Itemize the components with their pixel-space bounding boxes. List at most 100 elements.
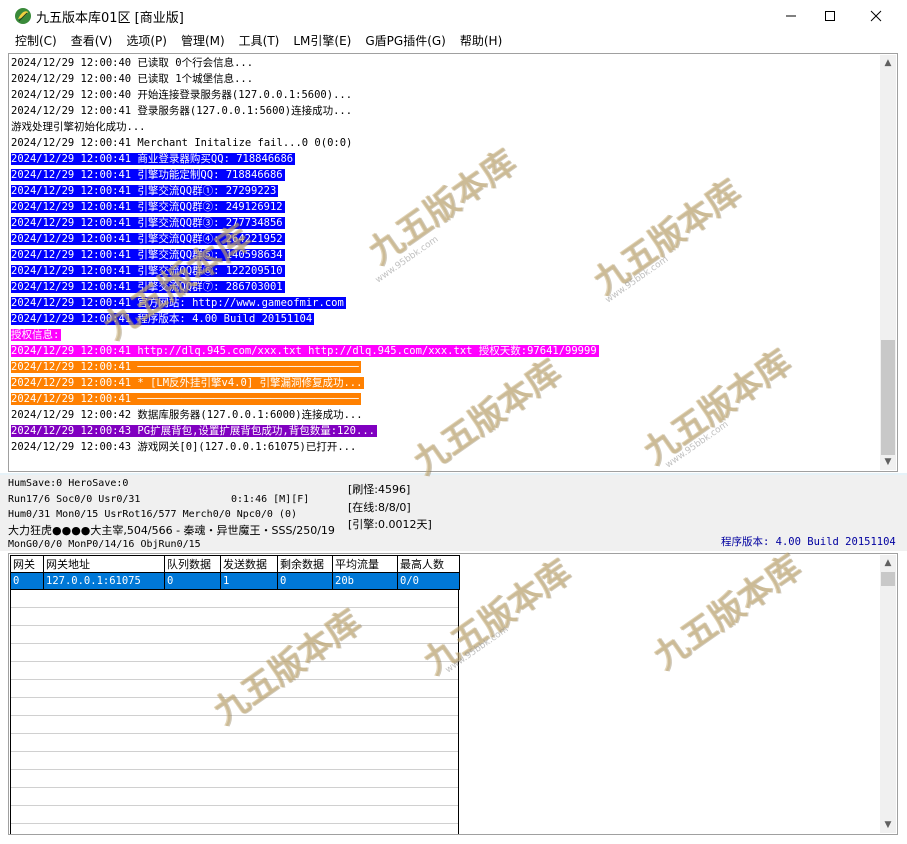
log-line: 2024/12/29 12:00:40 开始连接登录服务器(127.0.0.1:… [10, 87, 880, 103]
log-line-text: 2024/12/29 12:00:41 http://dlq.945.com/x… [11, 345, 599, 357]
col-gateway-address[interactable]: 网关地址 [43, 555, 165, 573]
grid-scroll-up-icon[interactable]: ▲ [880, 555, 896, 571]
log-line: 2024/12/29 12:00:41 引擎交流QQ群⑥: 122209510 [10, 263, 880, 279]
cell-gateway[interactable]: 0 [10, 572, 44, 590]
log-line: 2024/12/29 12:00:41 引擎交流QQ群①: 27299223 [10, 183, 880, 199]
log-line: 授权信息: [10, 327, 880, 343]
title-bar: 九五版本库01区 [商业版] [0, 0, 907, 31]
log-line: 2024/12/29 12:00:41 引擎交流QQ群⑤: 140598634 [10, 247, 880, 263]
col-remaining-data[interactable]: 剩余数据 [277, 555, 333, 573]
menu-view[interactable]: 查看(V) [64, 32, 120, 51]
log-line: 2024/12/29 12:00:40 已读取 0个行会信息... [10, 55, 880, 71]
log-line: 2024/12/29 12:00:41 Merchant Initalize f… [10, 135, 880, 151]
minimize-icon [786, 15, 796, 16]
log-line: 2024/12/29 12:00:43 游戏网关[0](127.0.0.1:61… [10, 439, 880, 455]
save-status: HumSave:0 HeroSave:0 [8, 478, 129, 489]
menu-lm-engine[interactable]: LM引擎(E) [286, 32, 358, 51]
cell-avg-traffic[interactable]: 20b [332, 572, 398, 590]
maximize-button[interactable] [807, 0, 853, 31]
log-line: 2024/12/29 12:00:41 程序版本: 4.00 Build 201… [10, 311, 880, 327]
log-line-text: 游戏处理引擎初始化成功... [11, 121, 146, 133]
log-line: 2024/12/29 12:00:41 官方网站: http://www.gam… [10, 295, 880, 311]
menu-control[interactable]: 控制(C) [8, 32, 64, 51]
status-panel: HumSave:0 HeroSave:0 Run17/6 Soc0/0 Usr0… [0, 473, 907, 551]
col-avg-traffic[interactable]: 平均流量 [332, 555, 398, 573]
log-line-text: 2024/12/29 12:00:41 引擎交流QQ群②: 249126912 [11, 201, 285, 213]
log-line-text: 2024/12/29 12:00:41 引擎交流QQ群④: 264221952 [11, 233, 285, 245]
log-line-text: 2024/12/29 12:00:41 Merchant Initalize f… [11, 137, 353, 149]
table-row[interactable]: 0 127.0.0.1:61075 0 1 0 20b 0/0 [10, 572, 460, 590]
close-icon [870, 10, 882, 21]
menu-g-shield-plugin[interactable]: G盾PG插件(G) [358, 32, 453, 51]
version-status: 程序版本: 4.00 Build 20151104 [721, 536, 896, 548]
log-line: 2024/12/29 12:00:41 引擎交流QQ群④: 264221952 [10, 231, 880, 247]
run-status: Run17/6 Soc0/0 Usr0/31 [8, 494, 141, 505]
scroll-down-icon[interactable]: ▼ [880, 454, 896, 470]
scroll-thumb[interactable] [881, 340, 895, 455]
log-line: 游戏处理引擎初始化成功... [10, 119, 880, 135]
col-sent-data[interactable]: 发送数据 [220, 555, 278, 573]
menu-help[interactable]: 帮助(H) [453, 32, 509, 51]
log-panel[interactable]: 2024/12/29 12:00:40 已读取 0个行会信息... 2024/12… [8, 53, 898, 472]
log-line: 2024/12/29 12:00:40 已读取 1个城堡信息... [10, 71, 880, 87]
col-max-users[interactable]: 最高人数 [397, 555, 460, 573]
log-line: 2024/12/29 12:00:41 * [LM反外挂引擎v4.0] 引擎漏洞… [10, 375, 880, 391]
scroll-up-icon[interactable]: ▲ [880, 55, 896, 71]
log-line-text: 2024/12/29 12:00:41 引擎交流QQ群①: 27299223 [11, 185, 279, 197]
online-status: [在线:8/8/0] [348, 501, 411, 514]
log-line-text: 2024/12/29 12:00:41 商业登录器购买QQ: 718846686 [11, 153, 296, 165]
log-line: 2024/12/29 12:00:43 PG扩展背包,设置扩展背包成功,背包数量… [10, 423, 880, 439]
log-line-text: 2024/12/29 12:00:42 数据库服务器(127.0.0.1:600… [11, 409, 363, 421]
log-line-text: 2024/12/29 12:00:41 程序版本: 4.00 Build 201… [11, 313, 315, 325]
gateway-grid[interactable]: 网关 网关地址 队列数据 发送数据 剩余数据 平均流量 最高人数 0 127.0… [8, 553, 898, 835]
mongo-status: MonG0/0/0 MonP0/14/16 ObjRun0/15 [8, 539, 201, 550]
col-gateway[interactable]: 网关 [10, 555, 44, 573]
cell-sent-data[interactable]: 1 [220, 572, 278, 590]
uptime-status: 0:1:46 [M][F] [231, 494, 310, 505]
log-line: 2024/12/29 12:00:41 http://dlq.945.com/x… [10, 343, 880, 359]
log-line-text: 2024/12/29 12:00:41 引擎功能定制QQ: 718846686 [11, 169, 285, 181]
col-queue-data[interactable]: 队列数据 [164, 555, 221, 573]
log-line-text: 2024/12/29 12:00:41 * [LM反外挂引擎v4.0] 引擎漏洞… [11, 377, 365, 389]
log-line-text: 2024/12/29 12:00:41 ────────────────────… [11, 393, 361, 405]
log-scrollbar[interactable]: ▲ ▼ [880, 55, 896, 470]
maximize-icon [825, 10, 835, 21]
log-line-text: 2024/12/29 12:00:40 已读取 0个行会信息... [11, 57, 254, 69]
hum-status: Hum0/31 Mon0/15 UsrRot16/577 Merch0/0 Np… [8, 509, 297, 520]
refresh-monster-status: [刷怪:4596] [348, 483, 411, 496]
log-line-text: 2024/12/29 12:00:41 引擎交流QQ群⑤: 140598634 [11, 249, 285, 261]
log-line-text: 2024/12/29 12:00:41 引擎交流QQ群③: 277734856 [11, 217, 285, 229]
log-line-text: 2024/12/29 12:00:41 引擎交流QQ群⑦: 286703001 [11, 281, 285, 293]
cell-remaining-data[interactable]: 0 [277, 572, 333, 590]
log-line-text: 2024/12/29 12:00:40 开始连接登录服务器(127.0.0.1:… [11, 89, 353, 101]
grid-scroll-thumb[interactable] [881, 572, 895, 586]
gateway-table: 网关 网关地址 队列数据 发送数据 剩余数据 平均流量 最高人数 0 127.0… [10, 555, 460, 590]
log-line: 2024/12/29 12:00:41 引擎功能定制QQ: 718846686 [10, 167, 880, 183]
player-status: 大力狂虎●●●●大主宰,504/566 - 秦魂・异世魔王・SSS/250/19 [8, 524, 335, 537]
log-line-text: 2024/12/29 12:00:43 游戏网关[0](127.0.0.1:61… [11, 441, 357, 453]
grid-empty-rows [10, 590, 459, 834]
log-line: 2024/12/29 12:00:41 ────────────────────… [10, 391, 880, 407]
menu-manage[interactable]: 管理(M) [174, 32, 232, 51]
log-line: 2024/12/29 12:00:41 引擎交流QQ群②: 249126912 [10, 199, 880, 215]
menu-bar: 控制(C) 查看(V) 选项(P) 管理(M) 工具(T) LM引擎(E) G盾… [0, 31, 907, 52]
grid-scrollbar[interactable]: ▲ ▼ [880, 555, 896, 833]
menu-options[interactable]: 选项(P) [119, 32, 174, 51]
log-line-text: 授权信息: [11, 329, 62, 341]
cell-max-users[interactable]: 0/0 [397, 572, 460, 590]
engine-status: [引擎:0.0012天] [348, 518, 432, 531]
log-line: 2024/12/29 12:00:41 引擎交流QQ群⑦: 286703001 [10, 279, 880, 295]
table-header-row: 网关 网关地址 队列数据 发送数据 剩余数据 平均流量 最高人数 [10, 555, 460, 573]
cell-gateway-address[interactable]: 127.0.0.1:61075 [43, 572, 165, 590]
log-line-text: 2024/12/29 12:00:41 官方网站: http://www.gam… [11, 297, 346, 309]
log-line: 2024/12/29 12:00:41 引擎交流QQ群③: 277734856 [10, 215, 880, 231]
log-line-text: 2024/12/29 12:00:43 PG扩展背包,设置扩展背包成功,背包数量… [11, 425, 377, 437]
menu-tools[interactable]: 工具(T) [232, 32, 287, 51]
log-line: 2024/12/29 12:00:41 ────────────────────… [10, 359, 880, 375]
grid-scroll-down-icon[interactable]: ▼ [880, 817, 896, 833]
close-button[interactable] [853, 0, 899, 31]
window-title: 九五版本库01区 [商业版] [36, 11, 184, 26]
log-line-text: 2024/12/29 12:00:41 ────────────────────… [11, 361, 361, 373]
cell-queue-data[interactable]: 0 [164, 572, 221, 590]
log-lines: 2024/12/29 12:00:40 已读取 0个行会信息... 2024/12… [10, 55, 880, 455]
